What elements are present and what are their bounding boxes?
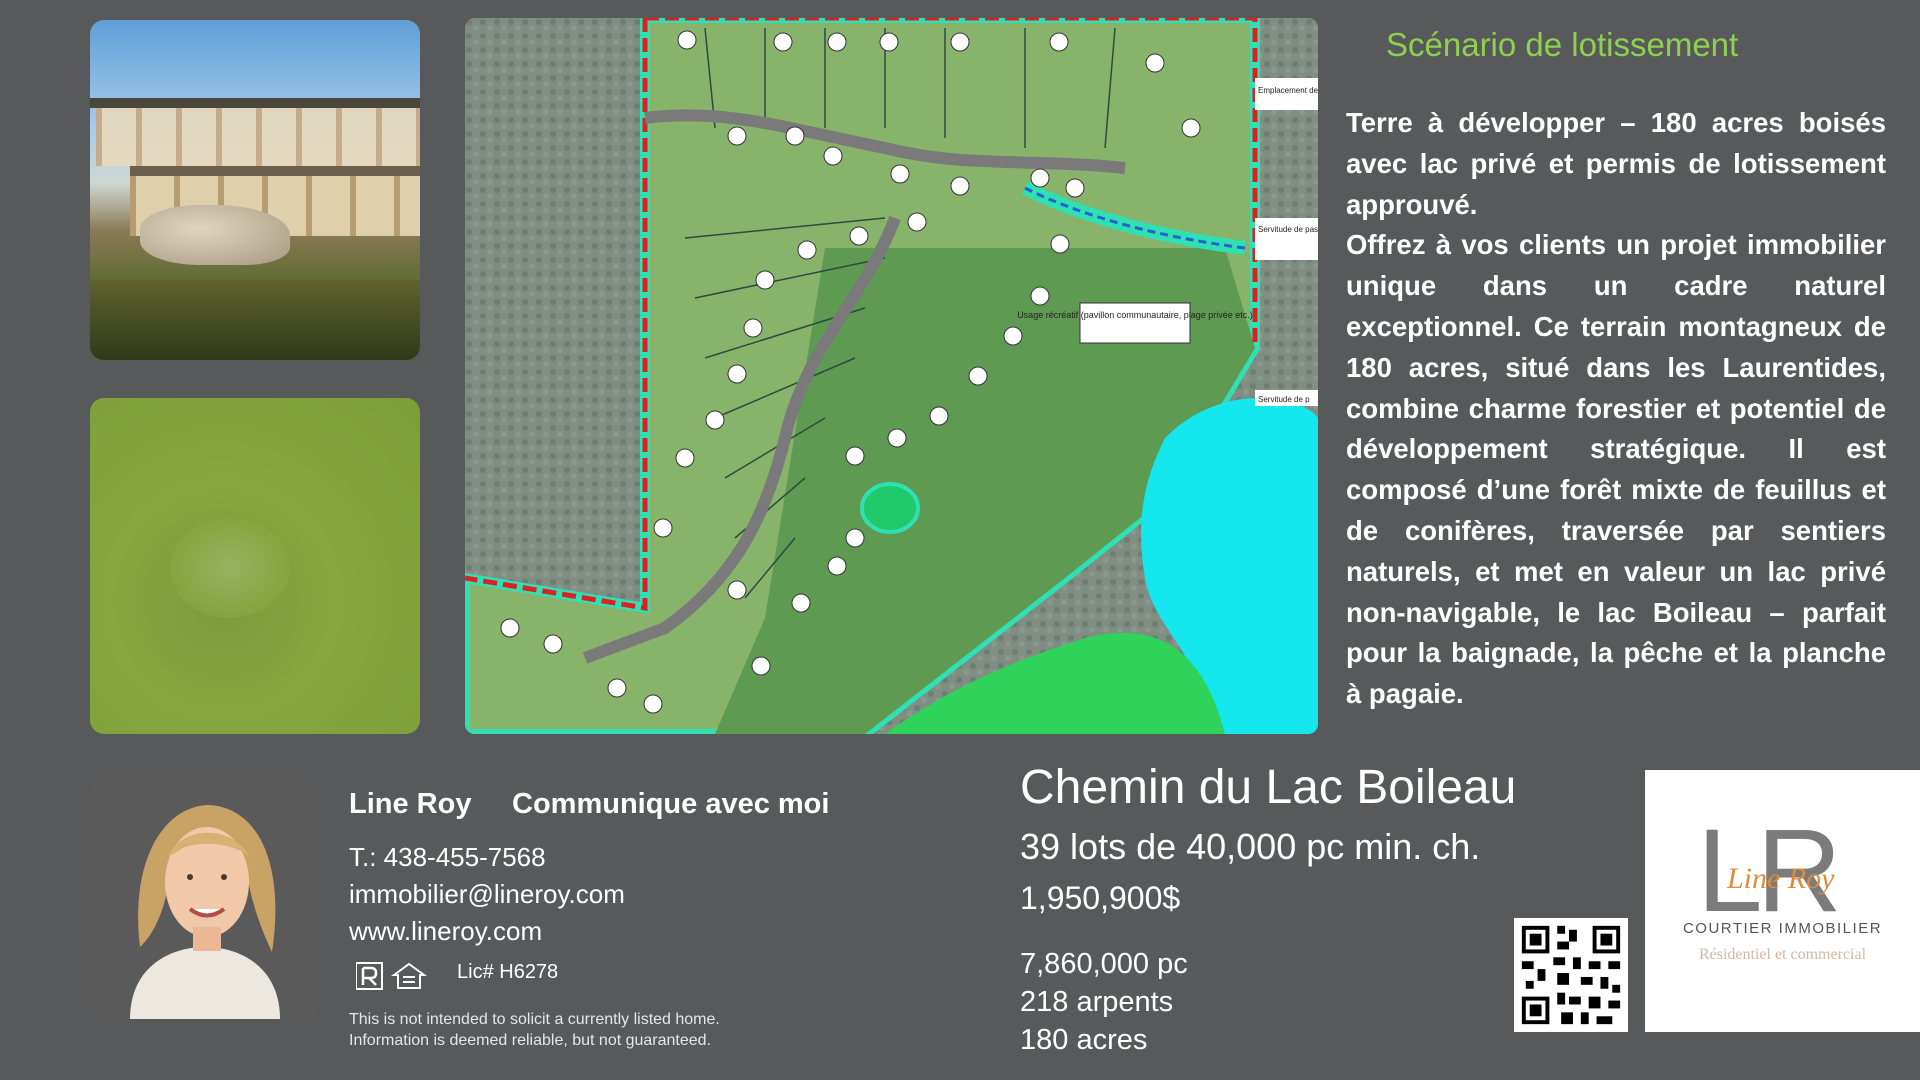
agent-phone[interactable]: T.: 438-455-7568 — [349, 842, 546, 873]
property-price: 1,950,900$ — [1020, 880, 1181, 916]
house-roof — [90, 98, 420, 108]
contact-cta[interactable]: Communique avec moi — [512, 788, 829, 821]
logo-signature: Line Roy — [1727, 862, 1835, 895]
description-body: Offrez à vos clients un projet immobilie… — [1346, 229, 1886, 710]
recreational-label-box — [1079, 302, 1191, 344]
agent-website[interactable]: www.lineroy.com — [349, 916, 542, 947]
property-area-acres: 180 acres — [1020, 1024, 1148, 1056]
badges — [355, 961, 436, 991]
disclaimer-line-1: This is not intended to solicit a curren… — [349, 1011, 720, 1028]
pond — [90, 280, 420, 360]
subdivision-map: Usage récréatif (pavillon communautaire,… — [465, 18, 1318, 734]
section-heading: Scénario de lotissement — [1386, 26, 1739, 63]
small-pond — [860, 482, 920, 534]
aerial-photo — [90, 398, 420, 734]
disclaimer-line-2: Information is deemed reliable, but not … — [349, 1032, 712, 1049]
fern-label: Emplacement des fougères — [1258, 86, 1318, 95]
brokerage-logo: LR Line Roy COURTIER IMMOBILIER Résident… — [1645, 770, 1920, 1032]
property-area-arpents: 218 arpents — [1020, 986, 1174, 1018]
house-deck — [130, 166, 420, 176]
disclaimer: This is not intended to solicit a curren… — [349, 1009, 720, 1051]
logo-line-1: COURTIER IMMOBILIER — [1682, 920, 1883, 937]
realtor-icon — [355, 962, 383, 990]
property-description: Terre à développer – 180 acres boisés av… — [1346, 103, 1886, 715]
property-area-pc: 7,860,000 pc — [1020, 948, 1188, 980]
house-upper-floor — [96, 108, 420, 166]
description-intro: Terre à développer – 180 acres boisés av… — [1346, 107, 1886, 220]
recreational-label: Usage récréatif (pavillon communautaire,… — [1017, 310, 1253, 320]
servitude2-label: Servitude de p — [1258, 395, 1310, 404]
rocks — [140, 205, 290, 265]
servitude-label: Servitude de passage fins de sécurité pe… — [1258, 225, 1318, 234]
agent-portrait — [90, 777, 320, 1019]
agent-license: Lic# H6278 — [457, 961, 559, 983]
qr-code-svg — [1514, 918, 1628, 1032]
forest-clearing — [170, 518, 290, 618]
agent-name: Line Roy — [349, 788, 472, 820]
equal-housing-icon — [390, 962, 428, 989]
qr-code-icon[interactable] — [1514, 918, 1628, 1032]
agent-photo — [90, 777, 320, 1019]
logo-line-2: Résidentiel et commercial — [1698, 946, 1867, 963]
subdivision-map-svg: Usage récréatif (pavillon communautaire,… — [465, 18, 1318, 734]
property-lots: 39 lots de 40,000 pc min. ch. — [1020, 826, 1481, 867]
house-photo — [90, 20, 420, 360]
agent-email[interactable]: immobilier@lineroy.com — [349, 879, 625, 910]
property-title: Chemin du Lac Boileau — [1020, 761, 1517, 814]
